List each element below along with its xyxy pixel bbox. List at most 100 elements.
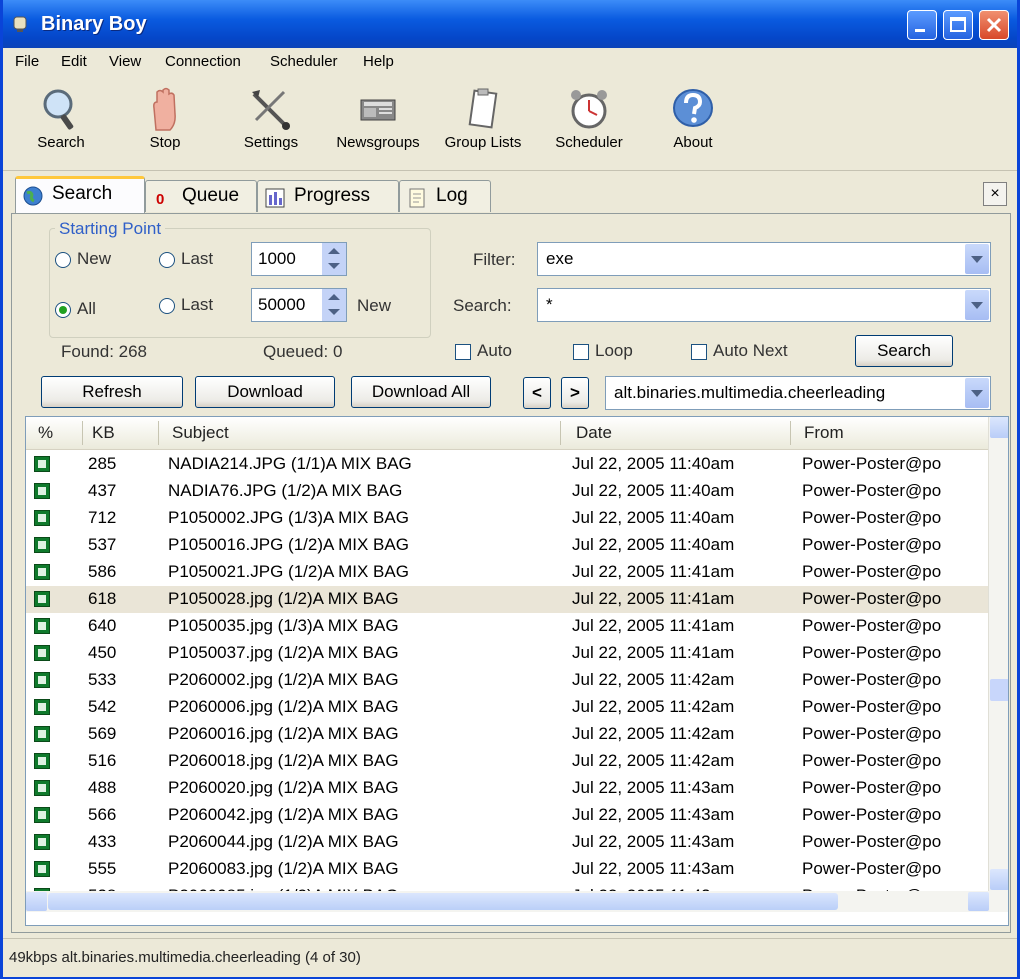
radio-all[interactable] <box>55 302 71 318</box>
close-tab-button[interactable]: × <box>983 182 1007 206</box>
dropdown-arrow-icon[interactable] <box>965 290 989 320</box>
table-row[interactable]: 569 P2060016.jpg (1/2)A MIX BAG Jul 22, 20… <box>26 721 988 748</box>
prev-group-button[interactable]: < <box>523 377 551 409</box>
last-count-spinner[interactable]: 1000 <box>251 242 347 276</box>
table-row[interactable]: 516 P2060018.jpg (1/2)A MIX BAG Jul 22, 20… <box>26 748 988 775</box>
refresh-button[interactable]: Refresh <box>41 376 183 408</box>
cell-kb: 555 <box>88 859 117 878</box>
table-row[interactable]: 537 P1050016.JPG (1/2)A MIX BAG Jul 22, 20… <box>26 532 988 559</box>
search-button[interactable]: Search <box>855 335 953 367</box>
column-from[interactable]: From <box>804 423 844 443</box>
table-row[interactable]: 433 P2060044.jpg (1/2)A MIX BAG Jul 22, 20… <box>26 829 988 856</box>
toolbar-scheduler-button[interactable]: Scheduler <box>541 78 637 168</box>
table-row[interactable]: 285 NADIA214.JPG (1/1)A MIX BAG Jul 22, 20… <box>26 451 988 478</box>
toolbar-scheduler-label: Scheduler <box>555 134 623 151</box>
cell-subject: P1050028.jpg (1/2)A MIX BAG <box>168 589 399 608</box>
vertical-scrollbar[interactable] <box>988 417 1008 891</box>
column-kb[interactable]: KB <box>92 423 115 443</box>
column-pct[interactable]: % <box>38 423 53 443</box>
cell-kb: 533 <box>88 670 117 689</box>
auto-next-checkbox[interactable] <box>691 344 707 360</box>
dropdown-arrow-icon[interactable] <box>965 244 989 274</box>
table-row[interactable]: 640 P1050035.jpg (1/3)A MIX BAG Jul 22, 20… <box>26 613 988 640</box>
minimize-button[interactable] <box>907 10 937 40</box>
cell-date: Jul 22, 2005 11:40am <box>572 481 735 500</box>
menu-view[interactable]: View <box>109 53 141 70</box>
progress-icon <box>265 188 285 208</box>
table-row[interactable]: 586 P1050021.JPG (1/2)A MIX BAG Jul 22, 20… <box>26 559 988 586</box>
title-bar[interactable]: Binary Boy <box>3 0 1017 48</box>
column-date[interactable]: Date <box>576 423 612 443</box>
menu-scheduler[interactable]: Scheduler <box>270 53 338 70</box>
table-row[interactable]: 450 P1050037.jpg (1/2)A MIX BAG Jul 22, 20… <box>26 640 988 667</box>
cell-date: Jul 22, 2005 11:41am <box>572 562 735 581</box>
scroll-thumb[interactable] <box>990 679 1008 701</box>
radio-last-2[interactable] <box>159 298 175 314</box>
spinner-buttons[interactable] <box>322 243 346 275</box>
download-button[interactable]: Download <box>195 376 335 408</box>
cell-from: Power-Poster@po <box>802 670 942 689</box>
loop-checkbox[interactable] <box>573 344 589 360</box>
toolbar-stop-button[interactable]: Stop <box>117 78 213 168</box>
horizontal-scrollbar[interactable] <box>26 891 1008 912</box>
cell-date: Jul 22, 2005 11:41am <box>572 589 735 608</box>
menu-help[interactable]: Help <box>363 53 394 70</box>
filter-combo[interactable]: exe <box>537 242 991 276</box>
menu-file[interactable]: File <box>15 53 39 70</box>
toolbar-search-button[interactable]: Search <box>13 78 109 168</box>
table-row[interactable]: 533 P2060002.jpg (1/2)A MIX BAG Jul 22, 20… <box>26 667 988 694</box>
tab-log[interactable]: Log <box>399 180 491 212</box>
toolbar-search-label: Search <box>37 134 85 151</box>
scroll-right-arrow-icon[interactable] <box>968 892 989 911</box>
radio-last-1[interactable] <box>159 252 175 268</box>
table-row[interactable]: 712 P1050002.JPG (1/3)A MIX BAG Jul 22, 20… <box>26 505 988 532</box>
cell-from: Power-Poster@po <box>802 805 942 824</box>
close-window-button[interactable] <box>979 10 1009 40</box>
scroll-down-arrow-icon[interactable] <box>990 869 1008 890</box>
download-all-button[interactable]: Download All <box>351 376 491 408</box>
tab-search[interactable]: Search <box>15 176 145 214</box>
file-status-icon <box>34 510 50 526</box>
horizontal-scroll-thumb[interactable] <box>48 893 838 910</box>
cell-kb: 618 <box>88 589 117 608</box>
table-row[interactable]: 566 P2060042.jpg (1/2)A MIX BAG Jul 22, 20… <box>26 802 988 829</box>
toolbar-newsgroups-button[interactable]: Newsgroups <box>329 78 427 168</box>
table-row[interactable]: 437 NADIA76.JPG (1/2)A MIX BAG Jul 22, 200… <box>26 478 988 505</box>
cell-kb: 433 <box>88 832 117 851</box>
cell-date: Jul 22, 2005 11:42am <box>572 670 735 689</box>
cell-kb: 437 <box>88 481 117 500</box>
app-window: Binary Boy File Edit View Connection Sch… <box>0 0 1020 979</box>
auto-checkbox[interactable] <box>455 344 471 360</box>
table-row[interactable]: 555 P2060083.jpg (1/2)A MIX BAG Jul 22, 20… <box>26 856 988 883</box>
maximize-button[interactable] <box>943 10 973 40</box>
search-combo[interactable]: * <box>537 288 991 322</box>
next-group-button[interactable]: > <box>561 377 589 409</box>
table-row[interactable]: 488 P2060020.jpg (1/2)A MIX BAG Jul 22, 20… <box>26 775 988 802</box>
cell-from: Power-Poster@po <box>802 481 942 500</box>
cell-date: Jul 22, 2005 11:43am <box>572 832 735 851</box>
radio-new[interactable] <box>55 252 71 268</box>
toolbar-about-button[interactable]: About <box>645 78 741 168</box>
tab-queue[interactable]: 0 Queue <box>145 180 257 212</box>
found-count: Found: 268 <box>61 342 148 361</box>
column-subject[interactable]: Subject <box>172 423 229 443</box>
table-row[interactable]: 618 P1050028.jpg (1/2)A MIX BAG Jul 22, 20… <box>26 586 988 613</box>
dropdown-arrow-icon[interactable] <box>965 378 989 408</box>
results-list[interactable]: % KB Subject Date From 285 NADIA214.JPG (… <box>25 416 1009 926</box>
scroll-up-arrow-icon[interactable] <box>990 417 1008 438</box>
menu-edit[interactable]: Edit <box>61 53 87 70</box>
newsgroup-select[interactable]: alt.binaries.multimedia.cheerleading <box>605 376 991 410</box>
last-new-spinner[interactable]: 50000 <box>251 288 347 322</box>
close-icon <box>986 17 1002 33</box>
toolbar-group-lists-button[interactable]: Group Lists <box>435 78 531 168</box>
scroll-left-arrow-icon[interactable] <box>26 892 47 911</box>
toolbar-settings-button[interactable]: Settings <box>223 78 319 168</box>
tab-progress[interactable]: Progress <box>257 180 399 212</box>
spinner-buttons[interactable] <box>322 289 346 321</box>
table-row[interactable]: 538P2060085.jpg (1/2)A MIX BAGJul 22, 20… <box>26 883 988 891</box>
file-status-icon <box>34 537 50 553</box>
table-row[interactable]: 542 P2060006.jpg (1/2)A MIX BAG Jul 22, 20… <box>26 694 988 721</box>
toolbar-about-label: About <box>673 134 713 151</box>
menu-connection[interactable]: Connection <box>165 53 241 70</box>
cell-from: Power-Poster@po <box>802 454 942 473</box>
